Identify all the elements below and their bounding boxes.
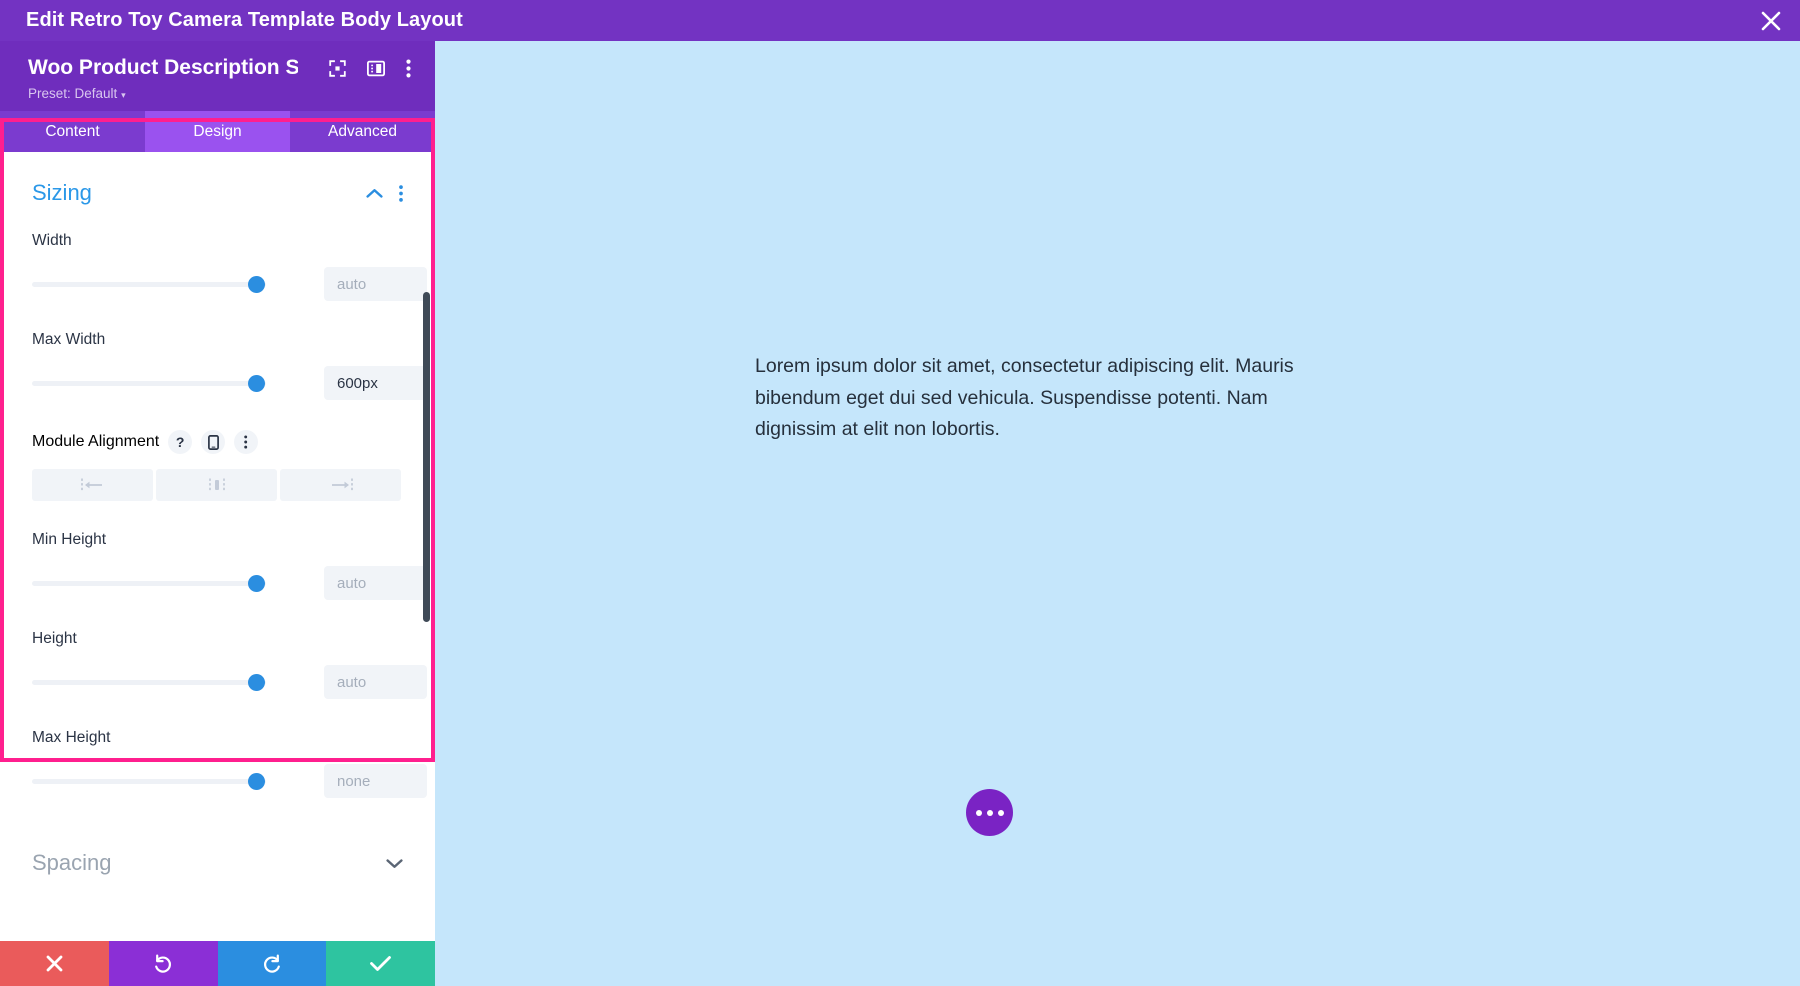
module-name: Woo Product Description S... [28,56,298,79]
divi-builder-screen: Edit Retro Toy Camera Template Body Layo… [0,0,1800,986]
responsive-button[interactable] [201,430,226,455]
panel-more-button[interactable] [406,59,411,78]
question-mark-icon: ? [175,434,185,451]
align-left-button[interactable] [32,469,153,502]
tab-advanced[interactable]: Advanced [290,111,435,153]
alignment-button-group [32,469,403,502]
field-label-min-height: Min Height [32,531,107,549]
preset-selector[interactable]: Preset: Default ▾ [28,86,419,101]
more-vertical-icon [399,185,403,202]
max-height-slider[interactable] [32,770,266,792]
slider-track [32,779,266,785]
field-label-module-alignment: Module Alignment [32,433,160,451]
page-preview: Lorem ipsum dolor sit amet, consectetur … [435,41,1800,986]
panel-scroll-body: Sizing Width auto Max Width 600px Module… [0,152,435,986]
slider-thumb[interactable] [248,276,265,294]
preset-label: Preset: Default [28,86,118,102]
expand-spacing-button[interactable] [386,858,403,869]
more-vertical-icon [244,435,248,449]
redo-icon [263,954,280,973]
product-description-text: Lorem ipsum dolor sit amet, consectetur … [755,355,1294,441]
field-label-max-height: Max Height [32,729,111,747]
mobile-phone-icon [207,434,219,450]
align-center-icon [208,478,225,492]
settings-panel: Woo Product Description S... Preset: Def… [0,41,435,986]
checkmark-icon [370,956,392,971]
tab-design[interactable]: Design [145,111,290,153]
undo-button[interactable] [108,941,218,986]
height-input[interactable] [324,665,427,700]
width-slider[interactable] [32,273,266,295]
slider-track [32,581,266,587]
field-label-width: Width [32,232,72,250]
slider-track [32,282,266,288]
focus-target-button[interactable] [329,59,346,77]
width-input[interactable] [324,267,427,302]
field-min-height: Min Height [32,531,427,601]
ellipsis-dot [997,809,1004,816]
align-left-icon [80,478,102,492]
alignment-more-button[interactable] [234,430,259,455]
top-bar: Edit Retro Toy Camera Template Body Layo… [0,0,1800,41]
slider-thumb[interactable] [248,674,265,692]
help-button[interactable]: ? [168,430,193,455]
section-sizing: Sizing Width auto Max Width 600px Module… [0,152,435,799]
layout-panel-icon [367,60,385,76]
close-x-icon [46,955,63,972]
page-title: Edit Retro Toy Camera Template Body Layo… [26,9,463,31]
align-right-icon [331,478,353,492]
panel-header: Woo Product Description S... Preset: Def… [0,41,435,112]
panel-tabs: Content Design Advanced [0,111,435,153]
min-height-slider[interactable] [32,572,266,594]
more-vertical-icon [406,59,411,78]
max-width-slider[interactable] [32,372,266,394]
section-title-sizing: Sizing [32,180,92,206]
save-button[interactable] [326,941,435,986]
close-icon [1761,11,1781,30]
min-height-input[interactable] [324,566,427,601]
slider-track [32,680,266,686]
field-height: Height [32,630,427,700]
page-settings-fab[interactable] [966,789,1013,836]
layout-panel-button[interactable] [367,60,385,77]
section-title-spacing: Spacing [32,850,112,876]
section-spacing[interactable]: Spacing [0,828,435,876]
ellipsis-dot [975,809,982,816]
slider-thumb[interactable] [248,375,265,393]
slider-thumb[interactable] [248,773,265,791]
panel-action-bar [0,941,435,986]
field-label-max-width: Max Width [32,331,106,349]
align-center-button[interactable] [156,469,277,502]
panel-scrollbar[interactable] [423,292,430,623]
max-height-input[interactable] [324,764,427,799]
focus-target-icon [329,59,346,77]
max-width-input[interactable] [324,366,427,401]
close-button[interactable] [1742,0,1800,41]
field-width: Width [32,232,427,302]
align-right-button[interactable] [280,469,401,502]
height-slider[interactable] [32,671,266,693]
ellipsis-dot [986,809,993,816]
slider-thumb[interactable] [248,575,265,593]
collapse-sizing-button[interactable] [366,188,383,199]
slider-track [32,381,266,387]
undo-icon [155,954,172,973]
chevron-down-icon [386,859,403,868]
field-module-alignment: Module Alignment ? [32,430,403,502]
field-max-width: Max Width [32,331,427,401]
chevron-up-icon [366,188,383,198]
redo-button[interactable] [217,941,327,986]
tab-content[interactable]: Content [0,111,145,153]
field-max-height: Max Height [32,729,427,799]
chevron-down-icon: ▾ [121,90,126,101]
sizing-more-button[interactable] [399,185,403,202]
cancel-button[interactable] [0,941,109,986]
field-label-height: Height [32,630,77,648]
